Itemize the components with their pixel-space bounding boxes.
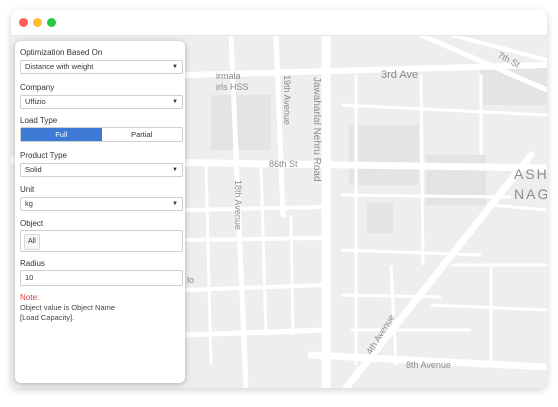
- chevron-down-icon: ▼: [172, 64, 178, 70]
- minimize-window-button[interactable]: [33, 18, 42, 27]
- map-label-nirmala-2: irls HSS: [216, 82, 249, 92]
- radius-input[interactable]: 10: [20, 270, 183, 286]
- object-multiselect[interactable]: All: [20, 230, 183, 252]
- product-type-label: Product Type: [20, 151, 67, 160]
- close-window-button[interactable]: [19, 18, 28, 27]
- map-label-ash: ASH: [514, 166, 547, 182]
- load-type-label: Load Type: [20, 116, 58, 125]
- optimization-label: Optimization Based On: [20, 48, 103, 57]
- optimization-select[interactable]: Distance with weight ▼: [20, 60, 183, 74]
- map-label-3rd-ave: 3rd Ave: [381, 69, 418, 81]
- company-label: Company: [20, 83, 55, 92]
- product-type-value: Solid: [25, 165, 42, 174]
- load-type-full-option[interactable]: Full: [21, 128, 102, 141]
- title-bar: [11, 10, 547, 36]
- radius-value: 10: [25, 273, 34, 282]
- optimization-panel: Optimization Based On Distance with weig…: [15, 41, 185, 383]
- map-label-jln-road: Jawaharlal Nehru Road: [311, 77, 322, 182]
- map-label-86th-st: 86th St: [269, 159, 298, 169]
- note-title: Note:: [20, 293, 40, 302]
- map-label-8th-avenue: 8th Avenue: [406, 360, 451, 370]
- unit-select[interactable]: kg ▼: [20, 197, 183, 211]
- company-select[interactable]: Uffizio ▼: [20, 95, 183, 109]
- map-label-18th-avenue: 18th Avenue: [233, 180, 243, 230]
- load-type-partial-option[interactable]: Partial: [101, 128, 182, 141]
- map-label-19th-avenue: 19th Avenue: [282, 75, 292, 125]
- map-label-nirmala-1: irmala: [216, 71, 241, 81]
- map-label-partial: lo: [187, 275, 194, 285]
- company-value: Uffizio: [25, 97, 46, 106]
- note-line-1: Object value is Object Name: [20, 303, 116, 312]
- map-label-nag: NAG: [514, 186, 547, 202]
- optimization-value: Distance with weight: [25, 62, 94, 71]
- note-line-2: [Load Capacity].: [20, 313, 75, 322]
- object-chip-all[interactable]: All: [24, 234, 40, 250]
- radius-label: Radius: [20, 259, 45, 268]
- object-label: Object: [20, 219, 44, 228]
- chevron-down-icon: ▼: [172, 99, 178, 105]
- unit-value: kg: [25, 199, 33, 208]
- load-type-toggle: Full Partial: [20, 127, 183, 142]
- unit-label: Unit: [20, 185, 35, 194]
- chevron-down-icon: ▼: [172, 167, 178, 173]
- maximize-window-button[interactable]: [47, 18, 56, 27]
- product-type-select[interactable]: Solid ▼: [20, 163, 183, 177]
- chevron-down-icon: ▼: [172, 201, 178, 207]
